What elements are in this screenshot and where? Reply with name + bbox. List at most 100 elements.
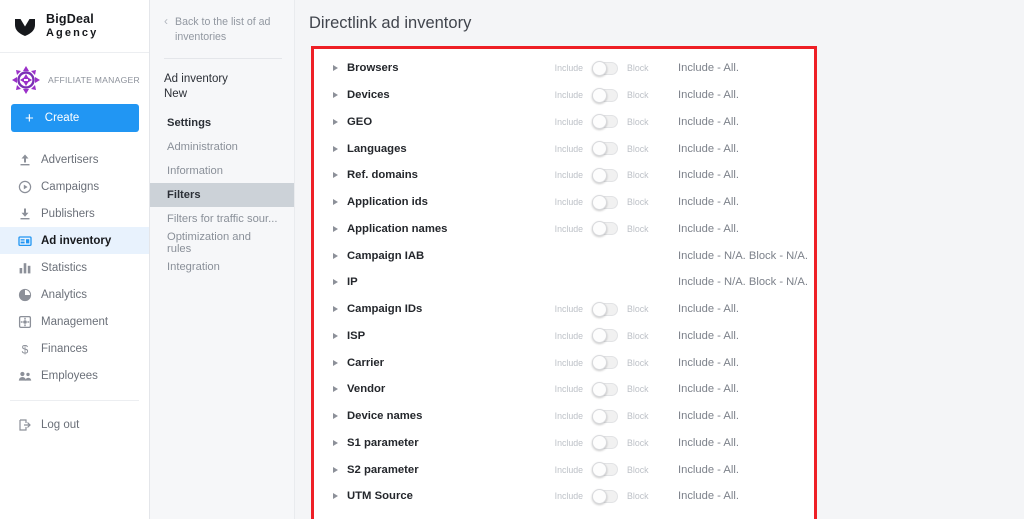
sidebar-item-statistics[interactable]: Statistics (0, 254, 149, 281)
settings-menu-item-information[interactable]: Information (150, 159, 282, 183)
include-block-toggle[interactable] (592, 381, 618, 397)
toggle-knob (592, 87, 607, 103)
filter-summary: Include - N/A. Block - N/A. (678, 276, 808, 289)
sidebar-item-label: Campaigns (41, 180, 100, 193)
create-button-label: Create (44, 112, 80, 124)
filter-label[interactable]: Languages (347, 143, 552, 155)
filter-label[interactable]: ISP (347, 330, 552, 342)
expand-arrow-icon[interactable] (333, 172, 338, 179)
filter-row: Devices Include Block Include - All. (314, 82, 814, 109)
expand-arrow-icon[interactable] (333, 386, 338, 393)
sidebar-item-management[interactable]: Management (0, 308, 149, 335)
filters-list: Browsers Include Block Include - All. Device… (314, 49, 814, 510)
expand-arrow-icon[interactable] (333, 359, 338, 366)
settings-menu-item-filters-for-traffic-sour[interactable]: Filters for traffic sour... (150, 207, 282, 231)
sidebar-item-ad-inventory[interactable]: Ad inventory (0, 227, 149, 254)
expand-arrow-icon[interactable] (333, 439, 338, 446)
filter-label[interactable]: S2 parameter (347, 464, 552, 476)
expand-arrow-icon[interactable] (333, 413, 338, 420)
filter-label[interactable]: Device names (347, 410, 552, 422)
settings-menu-item-label: Settings (167, 116, 212, 129)
back-to-list-link[interactable]: ‹ Back to the list of ad inventories (164, 14, 282, 44)
filter-row: Application ids Include Block Include - All… (314, 189, 814, 216)
include-block-toggle[interactable] (592, 114, 618, 130)
filter-label[interactable]: Carrier (347, 357, 552, 369)
include-block-toggle[interactable] (592, 488, 618, 504)
toggle-knob (592, 408, 607, 424)
expand-arrow-icon[interactable] (333, 92, 338, 99)
sidebar-item-finances[interactable]: $ Finances (0, 335, 149, 362)
settings-menu-item-optimization-and-rules[interactable]: Optimization and rules (150, 231, 282, 255)
sidebar-item-logout[interactable]: Log out (0, 411, 149, 438)
create-button[interactable]: + Create (11, 104, 139, 132)
filter-row: S1 parameter Include Block Include - All. (314, 430, 814, 457)
block-label: Block (627, 330, 649, 341)
expand-arrow-icon[interactable] (333, 466, 338, 473)
filter-label[interactable]: IP (347, 276, 552, 288)
include-block-toggle[interactable] (592, 462, 618, 478)
settings-menu-item-settings[interactable]: Settings (150, 111, 282, 135)
filter-label[interactable]: Ref. domains (347, 169, 552, 181)
include-block-control: Include Block (552, 355, 678, 371)
filter-label[interactable]: Campaign IDs (347, 303, 552, 315)
filter-label[interactable]: Campaign IAB (347, 250, 552, 262)
include-block-toggle[interactable] (592, 355, 618, 371)
sidebar-item-employees[interactable]: Employees (0, 362, 149, 389)
include-block-toggle[interactable] (592, 435, 618, 451)
expand-arrow-icon[interactable] (333, 332, 338, 339)
filter-label[interactable]: Vendor (347, 383, 552, 395)
sidebar-item-label: Ad inventory (41, 234, 112, 247)
filter-label[interactable]: Application ids (347, 196, 552, 208)
include-block-toggle[interactable] (592, 194, 618, 210)
settings-menu-item-administration[interactable]: Administration (150, 135, 282, 159)
filter-label[interactable]: S1 parameter (347, 437, 552, 449)
expand-arrow-icon[interactable] (333, 199, 338, 206)
brand-header[interactable]: BigDeal Agency (0, 0, 149, 53)
include-block-control: Include Block (552, 462, 678, 478)
include-block-toggle[interactable] (592, 167, 618, 183)
toggle-knob (592, 194, 607, 210)
include-label: Include (554, 384, 583, 395)
block-label: Block (627, 116, 649, 127)
toggle-knob (592, 488, 607, 504)
expand-arrow-icon[interactable] (333, 493, 338, 500)
expand-arrow-icon[interactable] (333, 252, 338, 259)
expand-arrow-icon[interactable] (333, 306, 338, 313)
expand-arrow-icon[interactable] (333, 65, 338, 72)
settings-menu-item-filters[interactable]: Filters (150, 182, 294, 207)
block-label: Block (627, 491, 649, 502)
chevron-left-icon: ‹ (164, 14, 168, 28)
settings-square-icon (18, 315, 32, 329)
filter-summary: Include - All. (678, 410, 739, 423)
expand-arrow-icon[interactable] (333, 225, 338, 232)
filter-label[interactable]: Browsers (347, 62, 552, 74)
pie-chart-icon (18, 288, 32, 302)
inventory-subtitle: New (164, 87, 188, 100)
settings-menu-item-integration[interactable]: Integration (150, 255, 282, 279)
include-block-toggle[interactable] (592, 221, 618, 237)
filter-label[interactable]: GEO (347, 116, 552, 128)
include-block-toggle[interactable] (592, 141, 618, 157)
expand-arrow-icon[interactable] (333, 118, 338, 125)
include-block-toggle[interactable] (592, 87, 618, 103)
filter-label[interactable]: Devices (347, 89, 552, 101)
filter-summary: Include - All. (678, 436, 739, 449)
expand-arrow-icon[interactable] (333, 145, 338, 152)
sidebar-item-label: Management (41, 315, 109, 328)
sidebar-item-campaigns[interactable]: Campaigns (0, 173, 149, 200)
include-block-toggle[interactable] (592, 408, 618, 424)
inventory-sidebar: ‹ Back to the list of ad inventories Ad … (150, 0, 295, 519)
sidebar-item-analytics[interactable]: Analytics (0, 281, 149, 308)
filters-highlight-box: Browsers Include Block Include - All. Device… (311, 46, 817, 519)
filter-label[interactable]: Application names (347, 223, 552, 235)
include-label: Include (554, 116, 583, 127)
filter-row: Application names Include Block Include - A… (314, 216, 814, 243)
include-block-toggle[interactable] (592, 328, 618, 344)
include-label: Include (554, 63, 583, 74)
sidebar-item-advertisers[interactable]: Advertisers (0, 146, 149, 173)
sidebar-item-publishers[interactable]: Publishers (0, 200, 149, 227)
include-block-toggle[interactable] (592, 60, 618, 76)
filter-label[interactable]: UTM Source (347, 490, 552, 502)
expand-arrow-icon[interactable] (333, 279, 338, 286)
include-block-toggle[interactable] (592, 301, 618, 317)
